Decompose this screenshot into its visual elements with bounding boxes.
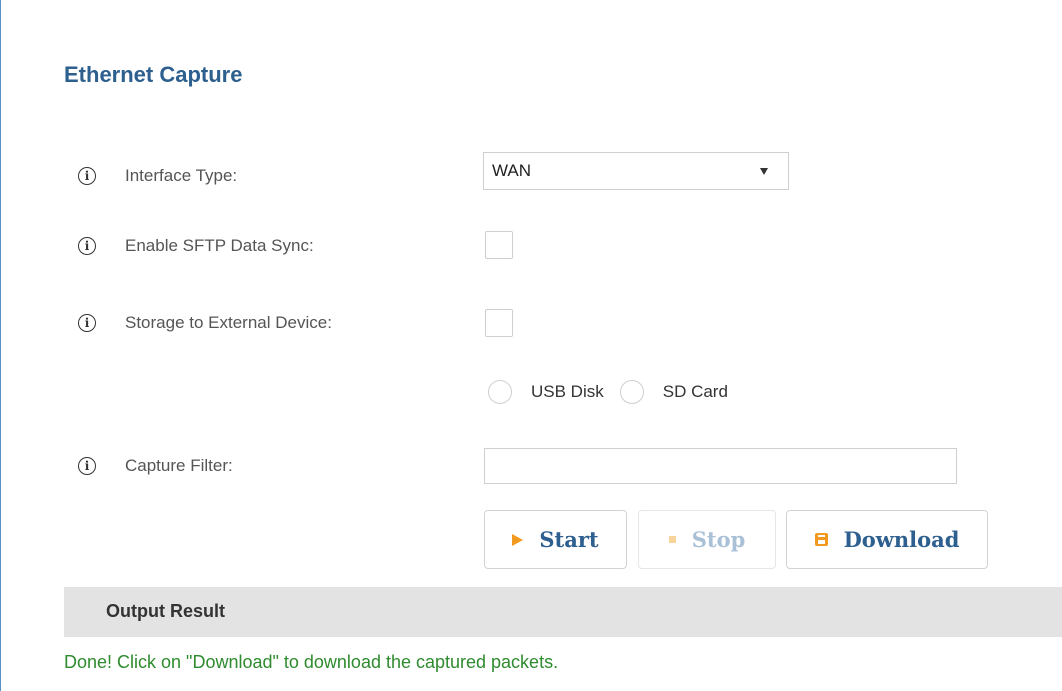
interface-type-row: i Interface Type: (78, 162, 237, 190)
download-button-label: Download (843, 527, 960, 552)
page-title: Ethernet Capture (64, 62, 243, 87)
external-storage-row: i Storage to External Device: (78, 309, 332, 337)
sd-card-label: SD Card (662, 382, 728, 401)
interface-type-select[interactable]: WAN (483, 152, 789, 190)
output-result-header: Output Result (64, 587, 1062, 637)
save-icon (814, 533, 828, 546)
capture-filter-input[interactable] (484, 448, 957, 484)
output-result-title: Output Result (106, 601, 225, 621)
usb-disk-label: USB Disk (531, 382, 604, 401)
ethernet-capture-panel: Ethernet Capture i Interface Type: WAN i… (0, 0, 1062, 691)
info-icon[interactable]: i (78, 167, 96, 185)
info-icon[interactable]: i (78, 457, 96, 475)
chevron-down-icon (760, 168, 768, 175)
sftp-sync-checkbox[interactable] (485, 231, 513, 259)
stop-button-label: Stop (691, 527, 746, 552)
info-icon[interactable]: i (78, 237, 96, 255)
start-button-label: Start (539, 527, 599, 552)
stop-icon (668, 536, 676, 543)
usb-disk-radio[interactable] (488, 380, 512, 404)
output-result-message: Done! Click on "Download" to download th… (64, 652, 559, 672)
external-storage-label: Storage to External Device: (125, 313, 332, 332)
capture-filter-row: i Capture Filter: (78, 452, 233, 480)
external-storage-checkbox[interactable] (485, 309, 513, 337)
sd-card-radio[interactable] (619, 380, 644, 404)
download-button[interactable]: Download (786, 510, 988, 569)
start-button[interactable]: Start (484, 510, 627, 569)
play-icon (512, 533, 524, 546)
capture-filter-label: Capture Filter: (125, 456, 233, 475)
sd-card-option[interactable]: SD Card (619, 380, 728, 404)
sftp-sync-row: i Enable SFTP Data Sync: (78, 232, 314, 260)
info-icon[interactable]: i (78, 314, 96, 332)
usb-disk-option[interactable]: USB Disk (488, 380, 604, 404)
interface-type-label: Interface Type: (125, 166, 238, 185)
sftp-sync-label: Enable SFTP Data Sync: (125, 236, 314, 255)
stop-button[interactable]: Stop (638, 510, 776, 569)
storage-options: USB Disk SD Card (488, 378, 728, 406)
interface-type-value: WAN (492, 161, 532, 180)
